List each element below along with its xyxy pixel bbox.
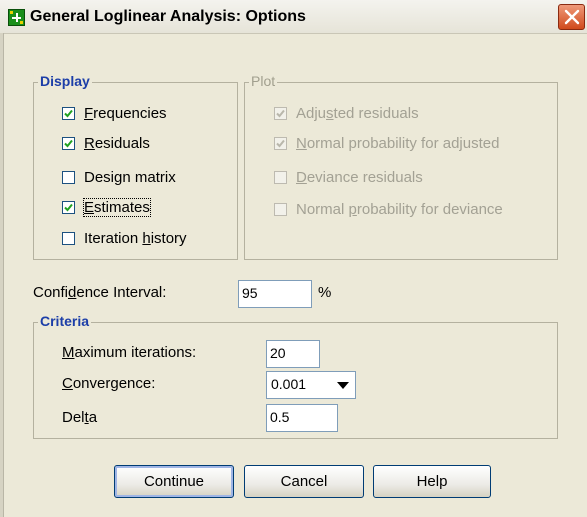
checkbox-deviance-residuals: Deviance residuals — [274, 169, 554, 189]
checkbox[interactable] — [62, 107, 75, 120]
residuals-label: Residuals — [84, 135, 150, 152]
criteria-legend: Criteria — [38, 313, 92, 329]
estimates-label: Estimates — [83, 198, 151, 217]
checkbox[interactable] — [62, 137, 75, 150]
display-legend: Display — [38, 73, 92, 89]
checkmark-icon — [276, 109, 285, 118]
checkbox — [274, 203, 287, 216]
delta-label: Delta — [62, 409, 98, 426]
convergence-value: 0.001 — [271, 376, 307, 392]
maximum-iterations-input[interactable]: 20 — [266, 340, 320, 368]
checkbox-design-matrix[interactable]: Design matrix — [62, 169, 232, 189]
plot-legend: Plot — [249, 73, 278, 89]
close-icon — [564, 9, 580, 25]
checkmark-icon — [64, 139, 73, 148]
checkbox-residuals[interactable]: Residuals — [62, 135, 232, 155]
checkbox — [274, 107, 287, 120]
checkbox-estimates[interactable]: Estimates — [62, 198, 232, 219]
maximum-iterations-label: Maximum iterations: — [62, 344, 197, 361]
checkbox[interactable] — [62, 232, 75, 245]
normal-probability-deviance-label: Normal probability for deviance — [296, 201, 503, 218]
iteration-history-label: Iteration history — [84, 230, 187, 247]
checkbox — [274, 171, 287, 184]
close-button[interactable] — [558, 4, 585, 30]
checkbox — [274, 137, 287, 150]
percent-unit-label: % — [318, 284, 332, 301]
checkbox-normal-probability-deviance: Normal probability for deviance — [274, 201, 554, 221]
checkbox-adjusted-residuals: Adjusted residuals — [274, 105, 554, 125]
confidence-interval-input[interactable]: 95 — [238, 280, 312, 308]
checkbox-frequencies[interactable]: Frequencies — [62, 105, 232, 125]
adjusted-residuals-label: Adjusted residuals — [296, 105, 419, 122]
delta-input[interactable]: 0.5 — [266, 404, 338, 432]
window-frame — [0, 33, 4, 517]
checkmark-icon — [64, 203, 73, 212]
confidence-interval-label: Confidence Interval: — [33, 284, 167, 301]
continue-button[interactable]: Continue — [114, 465, 234, 498]
normal-probability-adjusted-label: Normal probability for adjusted — [296, 135, 500, 152]
window-title: General Loglinear Analysis: Options — [30, 8, 306, 25]
spss-dialog-icon — [8, 9, 25, 26]
deviance-residuals-label: Deviance residuals — [296, 169, 423, 186]
design-matrix-label: Design matrix — [84, 169, 176, 186]
title-bar: General Loglinear Analysis: Options — [0, 0, 587, 34]
checkbox[interactable] — [62, 201, 75, 214]
chevron-down-icon — [337, 382, 349, 389]
convergence-label: Convergence: — [62, 375, 156, 392]
checkbox[interactable] — [62, 171, 75, 184]
checkbox-normal-probability-adjusted: Normal probability for adjusted — [274, 135, 554, 155]
convergence-select[interactable]: 0.001 — [266, 371, 356, 399]
checkbox-iteration-history[interactable]: Iteration history — [62, 230, 232, 250]
checkmark-icon — [276, 139, 285, 148]
frequencies-label: Frequencies — [84, 105, 167, 122]
help-button[interactable]: Help — [373, 465, 491, 498]
cancel-button[interactable]: Cancel — [244, 465, 364, 498]
checkmark-icon — [64, 109, 73, 118]
